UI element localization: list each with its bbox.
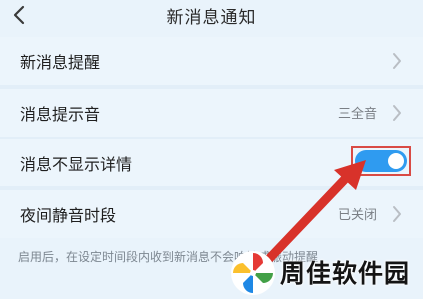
setting-night-mute-period[interactable]: 夜间静音时段 已关闭 — [0, 190, 423, 238]
hide-details-toggle[interactable] — [355, 150, 407, 172]
setting-label: 新消息提醒 — [20, 53, 101, 72]
pinwheel-logo-icon — [231, 251, 275, 295]
setting-value: 三全音 — [337, 107, 377, 122]
setting-notification-sound[interactable]: 消息提示音 三全音 — [0, 89, 423, 137]
setting-label: 夜间静音时段 — [20, 206, 117, 225]
chevron-right-icon — [393, 105, 401, 121]
watermark-text: 周佳软件园 — [280, 259, 411, 288]
setting-label: 消息不显示详情 — [20, 155, 133, 174]
chevron-right-icon — [393, 53, 401, 69]
setting-new-message-alert[interactable]: 新消息提醒 — [0, 37, 423, 85]
setting-label: 消息提示音 — [20, 105, 101, 124]
toggle-knob — [388, 153, 404, 169]
watermark: 周佳软件园 — [226, 246, 422, 298]
setting-value: 已关闭 — [337, 208, 377, 223]
nav-bar: 新消息通知 — [0, 0, 423, 30]
chevron-right-icon — [393, 206, 401, 222]
page-title: 新消息通知 — [166, 8, 257, 28]
